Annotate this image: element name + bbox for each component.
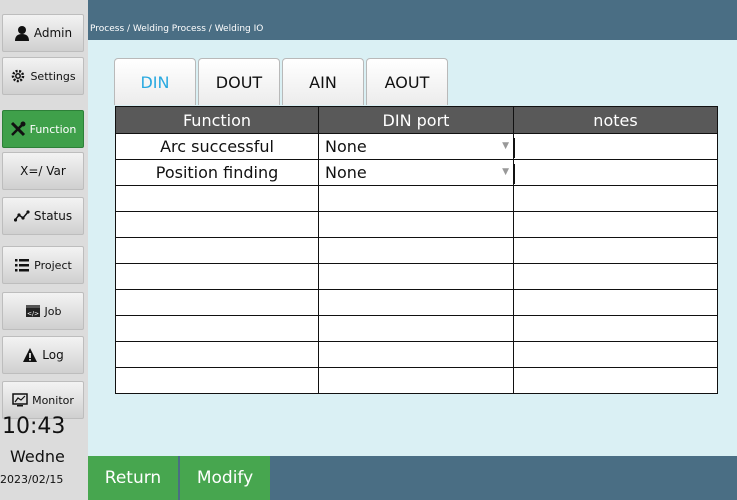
notes-cell[interactable] xyxy=(513,341,718,368)
table-row[interactable]: Arc successful None ▼ xyxy=(115,133,718,160)
function-cell xyxy=(115,211,319,238)
table-row[interactable] xyxy=(115,341,718,368)
breadcrumb: Process / Welding Process / Welding IO xyxy=(90,24,264,34)
notes-cell[interactable] xyxy=(513,159,718,186)
sidebar-item-label: Admin xyxy=(33,26,73,40)
sidebar-item-settings[interactable]: Settings xyxy=(2,57,84,95)
din-port-select[interactable]: None ▼ xyxy=(318,133,515,160)
function-cell xyxy=(115,263,319,290)
tab-ain[interactable]: AIN xyxy=(282,58,364,105)
din-port-cell[interactable] xyxy=(318,211,514,238)
sidebar-item-var[interactable]: X=/ Var xyxy=(2,152,84,190)
tab-dout[interactable]: DOUT xyxy=(198,58,280,105)
sidebar: Admin Settings Function X=/ Var Status P… xyxy=(0,0,88,500)
notes-cell[interactable] xyxy=(513,263,718,290)
monitor-icon xyxy=(12,392,28,408)
table-row[interactable] xyxy=(115,367,718,394)
function-cell: Arc successful xyxy=(115,133,319,160)
sidebar-item-label: Function xyxy=(29,122,77,136)
tab-din[interactable]: DIN xyxy=(114,58,196,105)
sidebar-item-log[interactable]: Log xyxy=(2,336,84,374)
list-icon xyxy=(14,257,30,273)
code-icon: </> xyxy=(25,303,41,319)
modify-button[interactable]: Modify xyxy=(180,456,270,500)
notes-cell[interactable] xyxy=(513,185,718,212)
din-port-value: None xyxy=(325,137,367,156)
table-row[interactable]: Position finding None ▼ xyxy=(115,159,718,186)
table-header-row: Function DIN port notes xyxy=(115,106,718,134)
din-port-value: None xyxy=(325,163,367,182)
sidebar-item-label: Job xyxy=(44,304,62,318)
io-tabs: DIN DOUT AIN AOUT xyxy=(114,58,450,105)
gear-icon xyxy=(10,68,26,84)
column-header-notes: notes xyxy=(513,106,718,134)
user-icon xyxy=(14,25,30,41)
column-header-function: Function xyxy=(115,106,319,134)
notes-cell[interactable] xyxy=(513,211,718,238)
function-cell xyxy=(115,237,319,264)
notes-cell[interactable] xyxy=(513,315,718,342)
sidebar-item-label: Monitor xyxy=(32,393,74,407)
notes-cell[interactable] xyxy=(513,237,718,264)
table-row[interactable] xyxy=(115,185,718,212)
sidebar-item-label: Status xyxy=(33,209,73,223)
table-row[interactable] xyxy=(115,315,718,342)
notes-cell[interactable] xyxy=(513,289,718,316)
return-button[interactable]: Return xyxy=(88,456,178,500)
function-cell xyxy=(115,367,319,394)
top-header: Process / Welding Process / Welding IO xyxy=(88,0,737,40)
waveform-icon xyxy=(13,208,30,224)
function-cell xyxy=(115,315,319,342)
sidebar-item-label: Project xyxy=(34,258,72,272)
sidebar-item-label: Settings xyxy=(30,69,76,83)
table-row[interactable] xyxy=(115,211,718,238)
din-port-select[interactable]: None ▼ xyxy=(318,159,515,186)
table-row[interactable] xyxy=(115,237,718,264)
tab-aout[interactable]: AOUT xyxy=(366,58,448,105)
warning-icon xyxy=(22,347,38,363)
sidebar-item-label: Log xyxy=(42,348,64,362)
chevron-down-icon: ▼ xyxy=(502,167,509,177)
function-cell: Position finding xyxy=(115,159,319,186)
din-port-cell[interactable] xyxy=(318,341,514,368)
sidebar-item-label: X=/ Var xyxy=(20,164,66,178)
chevron-down-icon: ▼ xyxy=(502,141,509,151)
io-table: Function DIN port notes Arc successful N… xyxy=(115,106,718,394)
sidebar-item-status[interactable]: Status xyxy=(2,197,84,235)
notes-cell[interactable] xyxy=(513,133,718,160)
clock-time: 10:43 xyxy=(2,414,66,439)
table-row[interactable] xyxy=(115,263,718,290)
tools-icon xyxy=(10,121,26,137)
main-panel: DIN DOUT AIN AOUT Function DIN port note… xyxy=(88,40,737,456)
clock-date: 2023/02/15 xyxy=(0,473,64,486)
table-row[interactable] xyxy=(115,289,718,316)
cell-divider-marker xyxy=(513,138,515,158)
cell-divider-marker xyxy=(513,164,515,184)
din-port-cell[interactable] xyxy=(318,315,514,342)
function-cell xyxy=(115,289,319,316)
function-cell xyxy=(115,185,319,212)
clock-day: Wedne xyxy=(10,447,65,466)
notes-cell[interactable] xyxy=(513,367,718,394)
sidebar-item-function[interactable]: Function xyxy=(2,110,84,148)
din-port-cell[interactable] xyxy=(318,185,514,212)
sidebar-item-project[interactable]: Project xyxy=(2,246,84,284)
bottom-bar: Return Modify xyxy=(88,456,737,500)
din-port-cell[interactable] xyxy=(318,289,514,316)
svg-text:</>: </> xyxy=(26,311,38,318)
sidebar-item-admin[interactable]: Admin xyxy=(2,14,84,52)
din-port-cell[interactable] xyxy=(318,367,514,394)
function-cell xyxy=(115,341,319,368)
sidebar-item-job[interactable]: </> Job xyxy=(2,292,84,330)
din-port-cell[interactable] xyxy=(318,263,514,290)
column-header-din-port: DIN port xyxy=(318,106,514,134)
din-port-cell[interactable] xyxy=(318,237,514,264)
